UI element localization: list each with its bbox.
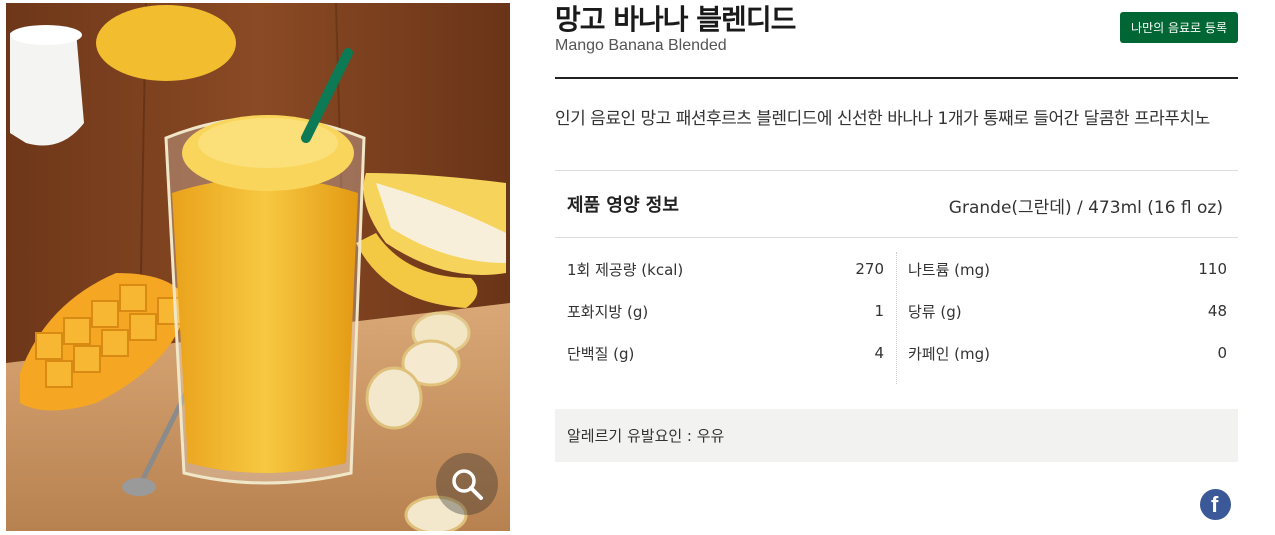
nutrition-value: 1 <box>874 302 884 320</box>
nutrition-row: 단백질 (g) 4 <box>555 332 886 374</box>
nutrition-label: 카페인 (mg) <box>908 344 991 363</box>
nutrition-left-column: 1회 제공량 (kcal) 270 포화지방 (g) 1 단백질 (g) 4 <box>555 248 886 374</box>
product-subtitle: Mango Banana Blended <box>555 37 727 54</box>
nutrition-value: 110 <box>1198 260 1227 278</box>
nutrition-top-divider <box>555 170 1238 171</box>
register-my-drink-button[interactable]: 나만의 음료로 등록 <box>1120 12 1238 43</box>
nutrition-label: 포화지방 (g) <box>567 302 649 321</box>
nutrition-value: 0 <box>1217 344 1227 362</box>
product-image <box>6 3 510 531</box>
serving-size: Grande(그란데) / 473ml (16 fl oz) <box>948 198 1223 218</box>
product-description: 인기 음료인 망고 패션후르츠 블렌디드에 신선한 바나나 1개가 통째로 들어… <box>555 109 1210 129</box>
nutrition-value: 4 <box>874 344 884 362</box>
nutrition-value: 48 <box>1207 302 1227 320</box>
facebook-share-button[interactable]: f <box>1200 489 1231 520</box>
nutrition-title: 제품 영양 정보 <box>567 195 679 216</box>
nutrition-value: 270 <box>855 260 884 278</box>
nutrition-row: 1회 제공량 (kcal) 270 <box>555 248 886 290</box>
nutrition-label: 1회 제공량 (kcal) <box>567 260 684 279</box>
nutrition-label: 나트륨 (mg) <box>908 260 991 279</box>
allergy-info: 알레르기 유발요인 : 우유 <box>555 409 1238 462</box>
nutrition-label: 단백질 (g) <box>567 344 635 363</box>
nutrition-right-column: 나트륨 (mg) 110 당류 (g) 48 카페인 (mg) 0 <box>896 248 1238 374</box>
nutrition-row: 당류 (g) 48 <box>896 290 1238 332</box>
zoom-button[interactable] <box>436 453 498 515</box>
nutrition-row: 포화지방 (g) 1 <box>555 290 886 332</box>
product-title: 망고 바나나 블렌디드 <box>555 3 796 36</box>
nutrition-label: 당류 (g) <box>908 302 962 321</box>
nutrition-header-divider <box>555 237 1238 238</box>
nutrition-row: 카페인 (mg) 0 <box>896 332 1238 374</box>
nutrition-row: 나트륨 (mg) 110 <box>896 248 1238 290</box>
facebook-icon: f <box>1211 492 1219 517</box>
header-divider <box>555 77 1238 79</box>
magnifier-icon <box>452 469 483 500</box>
